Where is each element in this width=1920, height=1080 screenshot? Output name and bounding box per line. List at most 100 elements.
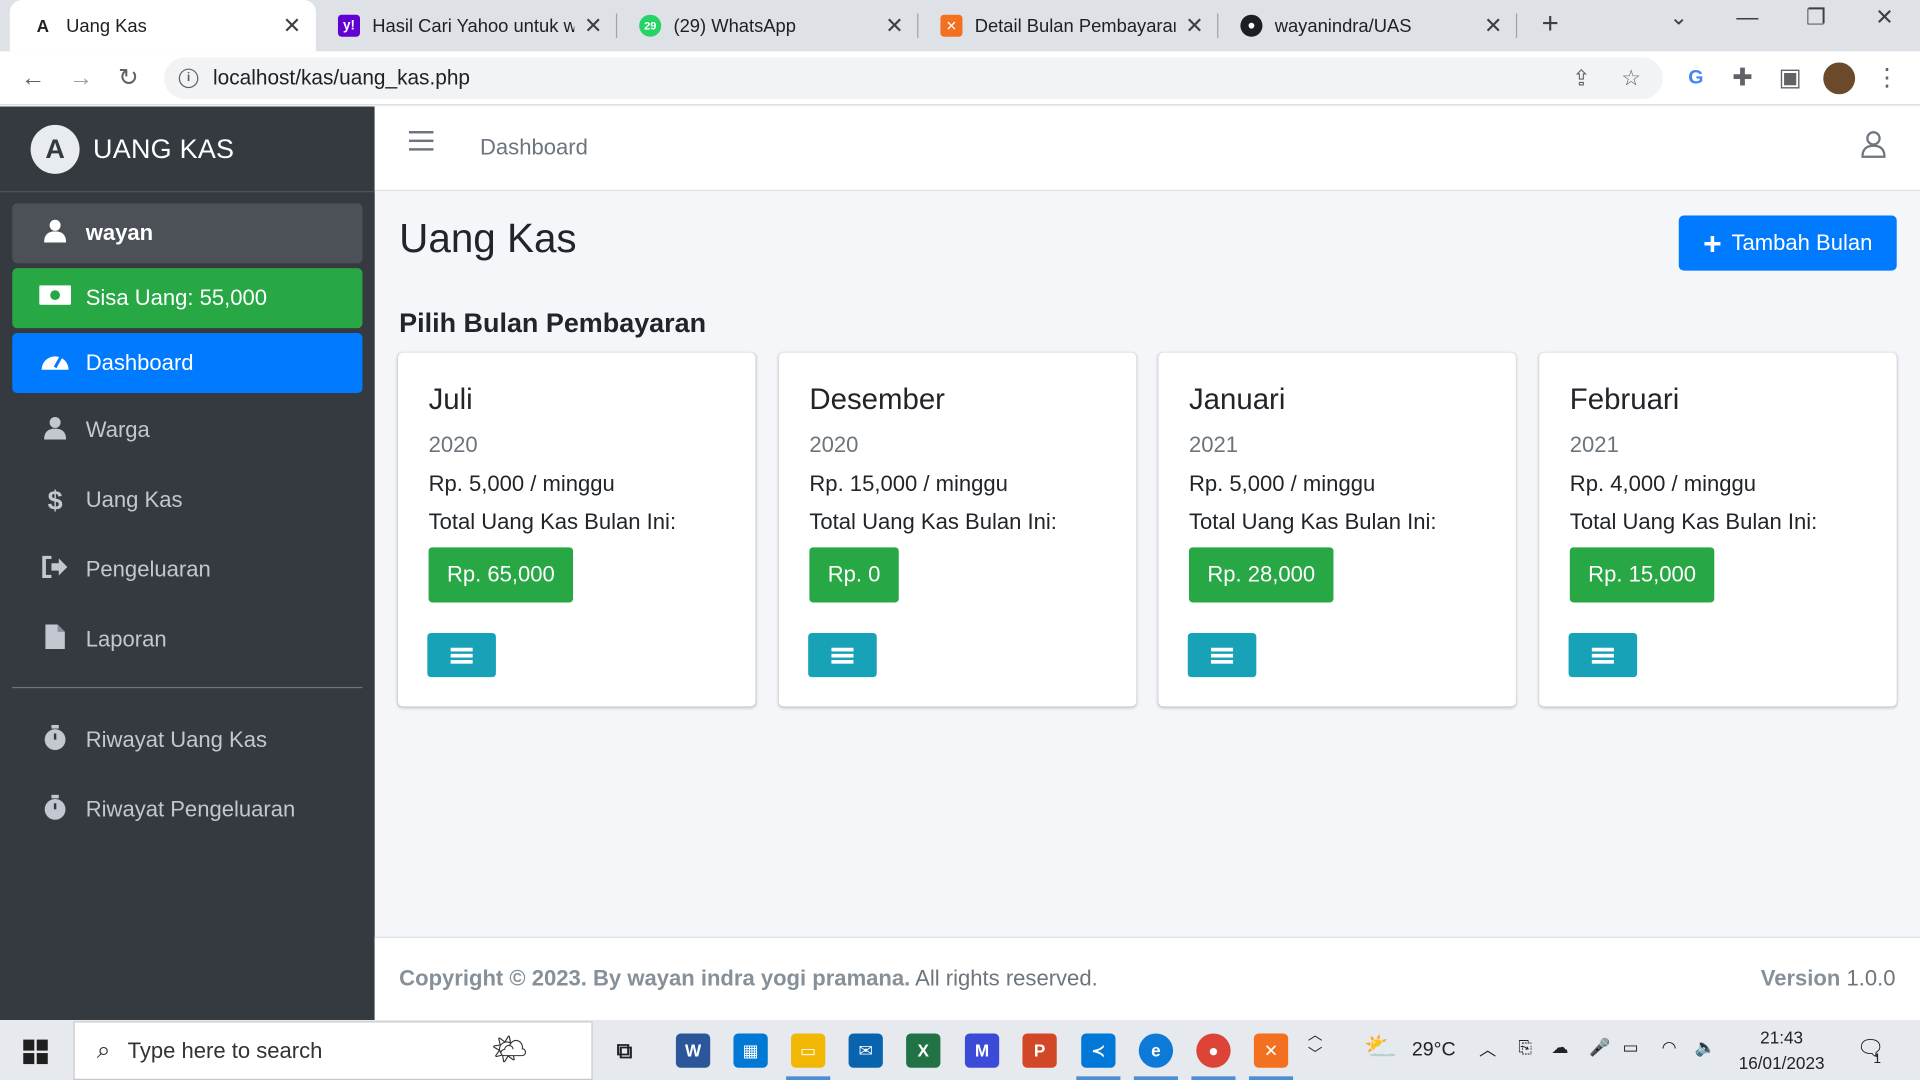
tab-title: (29) WhatsApp: [673, 15, 796, 37]
stopwatch-icon: [39, 724, 71, 756]
sign-out-icon: [39, 555, 71, 584]
close-tab-icon[interactable]: ✕: [885, 13, 903, 39]
weather-temp[interactable]: 29°C: [1412, 1040, 1456, 1062]
add-month-button[interactable]: + Tambah Bulan: [1678, 215, 1897, 271]
hamburger-menu-icon[interactable]: [408, 131, 434, 153]
side-panel-icon[interactable]: ▣: [1774, 62, 1806, 94]
taskbar-clock[interactable]: 21:43 16/01/2023: [1727, 1025, 1837, 1076]
close-tab-icon[interactable]: ✕: [1185, 13, 1203, 39]
google-translate-icon[interactable]: G: [1680, 62, 1712, 94]
url-text[interactable]: localhost/kas/uang_kas.php: [213, 66, 470, 90]
close-tab-icon[interactable]: ✕: [584, 13, 602, 39]
site-info-icon[interactable]: i: [178, 68, 199, 89]
sidebar-item-riwayat-pengeluaran[interactable]: Riwayat Pengeluaran: [12, 778, 362, 843]
meet-now-icon[interactable]: ⎘: [1518, 1037, 1532, 1058]
github-favicon-icon: ●: [1240, 14, 1263, 37]
bookmark-star-icon[interactable]: ☆: [1621, 66, 1641, 92]
sidebar-nav: wayan Sisa Uang: 55,000 Dashboard Warga: [0, 192, 375, 858]
task-view-icon[interactable]: ⧉: [607, 1033, 641, 1067]
card-rate: Rp. 5,000 / minggu: [428, 471, 615, 496]
close-tab-icon[interactable]: ✕: [1484, 13, 1502, 39]
active-app-indicator: [1191, 1076, 1236, 1080]
tab-github[interactable]: ● wayanindra/UAS ✕: [1218, 0, 1518, 51]
scroll-arrows-icon[interactable]: ︿ ﹀: [1308, 1025, 1323, 1064]
sidebar-item-label: Laporan: [85, 626, 167, 652]
volume-icon[interactable]: 🔈: [1695, 1037, 1716, 1058]
visual-studio-icon[interactable]: M: [964, 1033, 1000, 1068]
sidebar-item-label: Dashboard: [85, 350, 194, 375]
microsoft-store-icon[interactable]: ▦: [733, 1033, 768, 1068]
month-card: Juli 2020 Rp. 5,000 / minggu Total Uang …: [397, 352, 756, 707]
nav-link-dashboard[interactable]: Dashboard: [480, 135, 588, 161]
clock-date: 16/01/2023: [1738, 1053, 1825, 1073]
sidebar-user[interactable]: wayan: [12, 203, 363, 264]
share-icon[interactable]: ⇪: [1572, 66, 1590, 92]
detail-button[interactable]: [1187, 633, 1257, 678]
back-icon[interactable]: ←: [17, 62, 49, 94]
active-app-indicator: [1248, 1076, 1294, 1080]
sidebar-item-pengeluaran[interactable]: Pengeluaran: [12, 538, 362, 603]
xampp-icon[interactable]: ✕: [1253, 1033, 1289, 1068]
chrome-icon[interactable]: ●: [1196, 1033, 1231, 1068]
card-total-label: Total Uang Kas Bulan Ini:: [428, 509, 677, 534]
onedrive-icon[interactable]: ☁: [1551, 1037, 1568, 1058]
sidebar-item-warga[interactable]: Warga: [12, 398, 362, 463]
minimize-button[interactable]: —: [1723, 5, 1772, 31]
copyright-bold: Copyright © 2023. By wayan indra yogi pr…: [399, 966, 911, 991]
user-account-icon[interactable]: [1861, 131, 1886, 158]
sidebar-balance[interactable]: Sisa Uang: 55,000: [12, 268, 363, 329]
file-explorer-icon[interactable]: ▭: [791, 1033, 826, 1068]
browser-menu-icon[interactable]: ⋮: [1871, 62, 1903, 94]
word-icon[interactable]: W: [675, 1033, 711, 1068]
vscode-icon[interactable]: ≺: [1081, 1033, 1116, 1068]
tab-search-chevron-icon[interactable]: ⌄: [1654, 5, 1703, 31]
profile-avatar[interactable]: [1823, 62, 1856, 95]
mail-icon[interactable]: ✉: [848, 1033, 883, 1068]
weather-icon[interactable]: ⛅: [1364, 1031, 1398, 1063]
restore-button[interactable]: ❐: [1791, 5, 1840, 31]
tab-uang-kas[interactable]: A Uang Kas ✕: [9, 0, 316, 52]
wifi-icon[interactable]: ◠: [1662, 1037, 1677, 1058]
powerpoint-icon[interactable]: P: [1022, 1033, 1057, 1068]
close-tab-icon[interactable]: ✕: [283, 13, 301, 39]
detail-button[interactable]: [1568, 633, 1638, 678]
sidebar-user-name: wayan: [85, 220, 154, 245]
tab-title: Uang Kas: [66, 15, 147, 37]
excel-icon[interactable]: X: [906, 1033, 941, 1068]
active-app-indicator: [786, 1076, 831, 1080]
list-icon: [1591, 645, 1614, 666]
address-bar[interactable]: i localhost/kas/uang_kas.php ⇪ ☆: [164, 57, 1663, 100]
sidebar-item-uang-kas[interactable]: $ Uang Kas: [12, 468, 362, 533]
windows-taskbar: ⌕ Type here to search 🌤 ⧉ W ▦ ▭ ✉ X M P …: [0, 1020, 1920, 1080]
extensions-puzzle-icon[interactable]: ✚: [1727, 62, 1759, 94]
whatsapp-favicon-icon: 29: [639, 14, 662, 37]
browser-toolbar: ← → ↻ i localhost/kas/uang_kas.php ⇪ ☆ G…: [0, 51, 1920, 106]
new-tab-button[interactable]: +: [1533, 7, 1567, 41]
active-app-indicator: [1076, 1076, 1121, 1080]
card-total-badge: Rp. 28,000: [1188, 547, 1334, 603]
search-icon: ⌕: [96, 1036, 111, 1064]
microphone-icon[interactable]: 🎤: [1589, 1037, 1610, 1058]
tab-detail-bulan[interactable]: ✕ Detail Bulan Pembayaran ✕: [918, 0, 1219, 51]
reload-icon[interactable]: ↻: [113, 62, 145, 94]
detail-button[interactable]: [427, 633, 496, 678]
edge-icon[interactable]: e: [1138, 1033, 1174, 1068]
taskbar-search-input[interactable]: ⌕ Type here to search 🌤: [73, 1021, 593, 1080]
sidebar-divider: [12, 686, 363, 689]
tab-whatsapp[interactable]: 29 (29) WhatsApp ✕: [617, 0, 919, 51]
forward-icon[interactable]: →: [65, 62, 97, 94]
sidebar-item-laporan[interactable]: Laporan: [12, 607, 362, 672]
show-hidden-icons-icon[interactable]: ︿: [1479, 1037, 1496, 1061]
sidebar-item-dashboard[interactable]: Dashboard: [12, 333, 363, 394]
brand-link[interactable]: A UANG KAS: [0, 107, 375, 193]
detail-button[interactable]: [808, 633, 877, 678]
battery-icon[interactable]: ▭: [1622, 1037, 1638, 1058]
month-cards: Juli 2020 Rp. 5,000 / minggu Total Uang …: [397, 352, 1897, 707]
card-year: 2020: [428, 432, 478, 457]
sidebar-item-riwayat-uang-kas[interactable]: Riwayat Uang Kas: [12, 708, 362, 773]
plus-icon: +: [1703, 224, 1722, 262]
windows-start-icon[interactable]: [23, 1039, 48, 1065]
close-window-button[interactable]: ✕: [1860, 5, 1909, 31]
tab-yahoo[interactable]: y! Hasil Cari Yahoo untuk wa ✕: [316, 0, 618, 51]
card-total-label: Total Uang Kas Bulan Ini:: [1188, 509, 1437, 534]
